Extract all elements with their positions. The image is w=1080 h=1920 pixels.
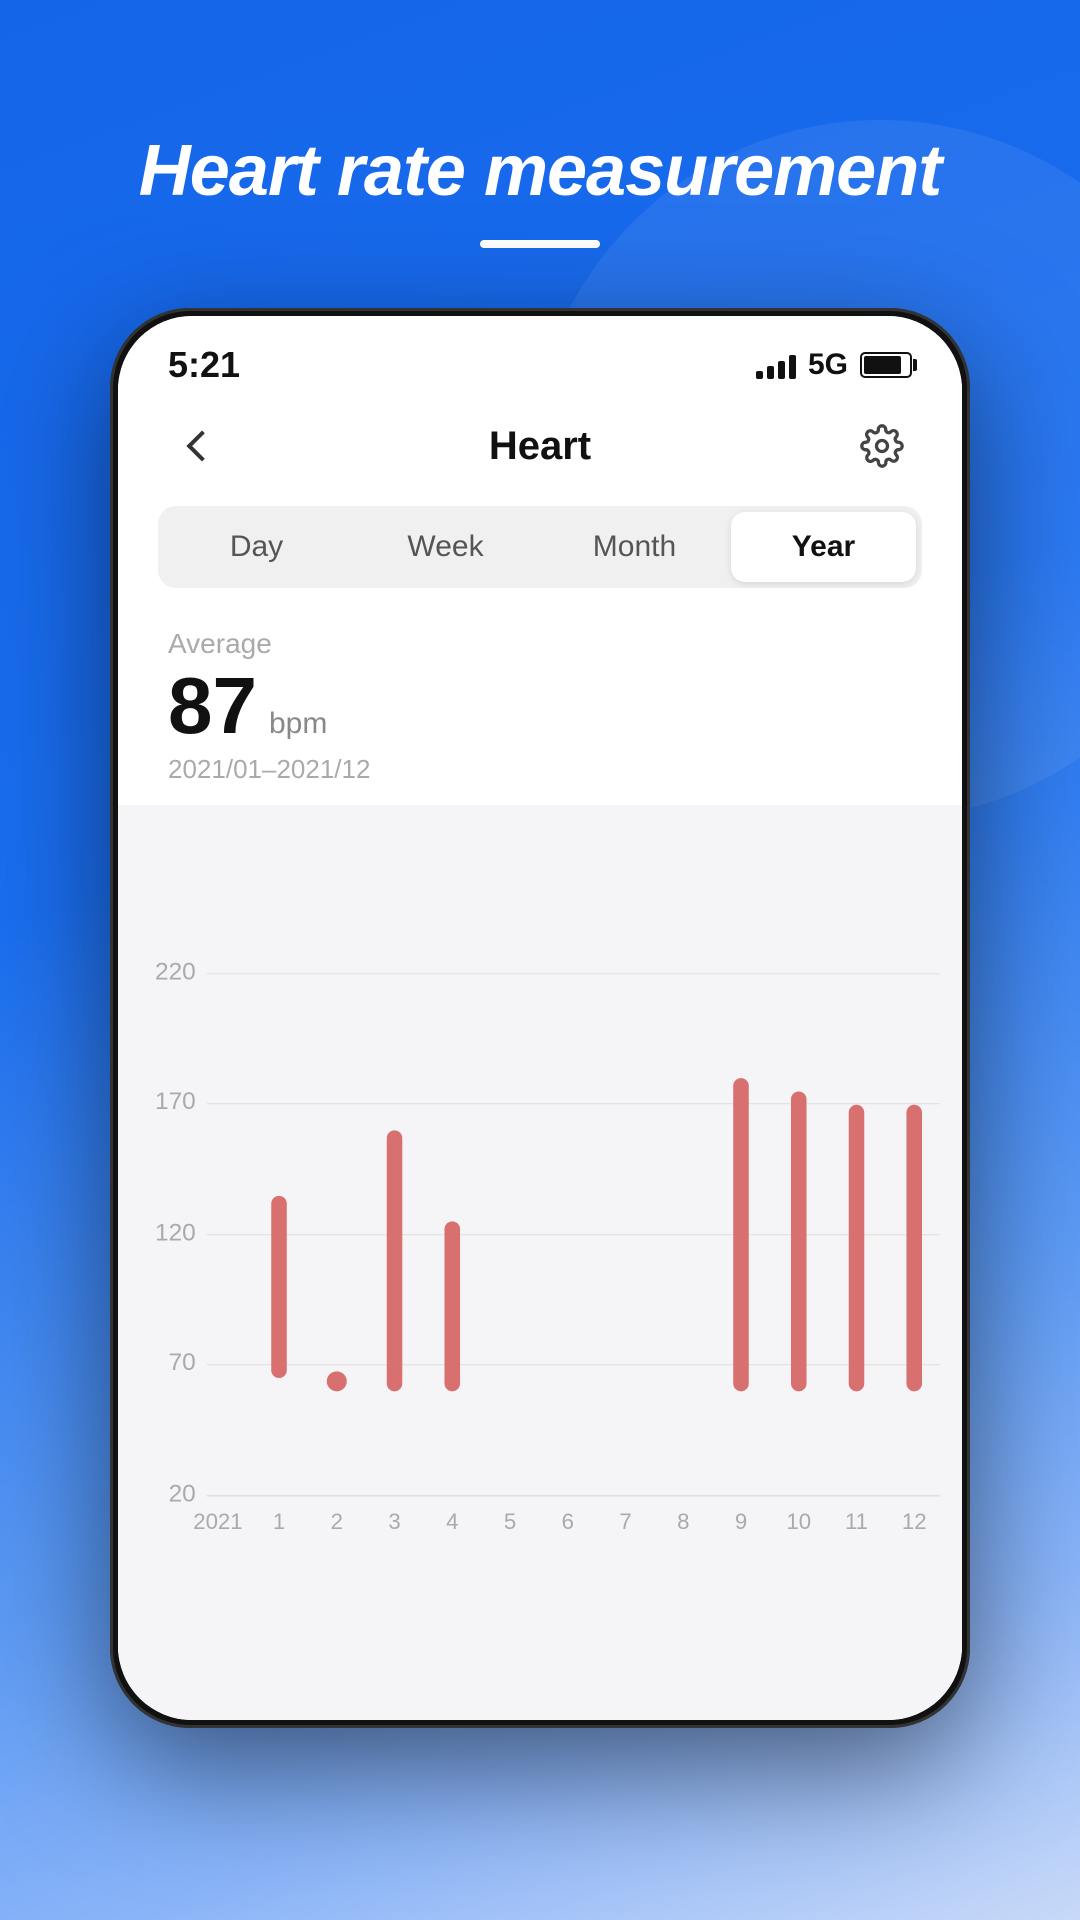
battery-fill bbox=[864, 356, 901, 374]
svg-text:220: 220 bbox=[155, 958, 196, 985]
svg-text:11: 11 bbox=[845, 1509, 868, 1534]
svg-text:70: 70 bbox=[169, 1349, 196, 1376]
page-title: Heart rate measurement bbox=[139, 130, 941, 212]
svg-text:10: 10 bbox=[786, 1509, 811, 1534]
battery-icon bbox=[860, 352, 912, 378]
chart-container: 220 170 120 70 20 2021 1 2 3 4 5 6 bbox=[118, 805, 962, 1720]
svg-text:7: 7 bbox=[619, 1509, 631, 1534]
average-label: Average bbox=[168, 628, 912, 660]
page-background: Heart rate measurement 5:21 5G bbox=[0, 0, 1080, 1920]
svg-text:120: 120 bbox=[155, 1219, 196, 1246]
back-button[interactable] bbox=[168, 416, 228, 476]
app-content: Heart Day Week Month Year bbox=[118, 396, 962, 1720]
tab-week[interactable]: Week bbox=[353, 512, 538, 582]
tab-month[interactable]: Month bbox=[542, 512, 727, 582]
svg-text:6: 6 bbox=[562, 1509, 574, 1534]
phone-frame: 5:21 5G bbox=[110, 308, 970, 1728]
svg-text:170: 170 bbox=[155, 1088, 196, 1115]
header-divider bbox=[480, 240, 600, 248]
svg-text:8: 8 bbox=[677, 1509, 689, 1534]
phone-screen: 5:21 5G bbox=[118, 316, 962, 1720]
svg-text:12: 12 bbox=[902, 1509, 927, 1534]
svg-text:2021: 2021 bbox=[193, 1509, 242, 1534]
svg-text:1: 1 bbox=[273, 1509, 285, 1534]
network-label: 5G bbox=[808, 348, 848, 382]
back-chevron-icon bbox=[186, 430, 217, 461]
svg-text:20: 20 bbox=[169, 1480, 196, 1507]
signal-icon bbox=[756, 351, 796, 379]
nav-bar: Heart bbox=[118, 396, 962, 496]
average-value-row: 87 bpm bbox=[168, 666, 912, 746]
gear-icon bbox=[860, 424, 904, 468]
status-right: 5G bbox=[756, 348, 912, 382]
svg-text:9: 9 bbox=[735, 1509, 747, 1534]
date-range: 2021/01–2021/12 bbox=[168, 754, 912, 785]
stats-area: Average 87 bpm 2021/01–2021/12 bbox=[118, 608, 962, 795]
svg-text:4: 4 bbox=[446, 1509, 458, 1534]
average-unit: bpm bbox=[269, 707, 327, 741]
tab-bar: Day Week Month Year bbox=[158, 506, 922, 588]
svg-text:3: 3 bbox=[388, 1509, 400, 1534]
heart-rate-chart: 220 170 120 70 20 2021 1 2 3 4 5 6 bbox=[118, 805, 962, 1720]
screen-title: Heart bbox=[489, 424, 591, 469]
settings-button[interactable] bbox=[852, 416, 912, 476]
status-bar: 5:21 5G bbox=[118, 316, 962, 396]
svg-text:5: 5 bbox=[504, 1509, 516, 1534]
tab-year[interactable]: Year bbox=[731, 512, 916, 582]
average-number: 87 bbox=[168, 666, 257, 746]
tab-day[interactable]: Day bbox=[164, 512, 349, 582]
svg-text:2: 2 bbox=[331, 1509, 343, 1534]
status-time: 5:21 bbox=[168, 344, 240, 386]
